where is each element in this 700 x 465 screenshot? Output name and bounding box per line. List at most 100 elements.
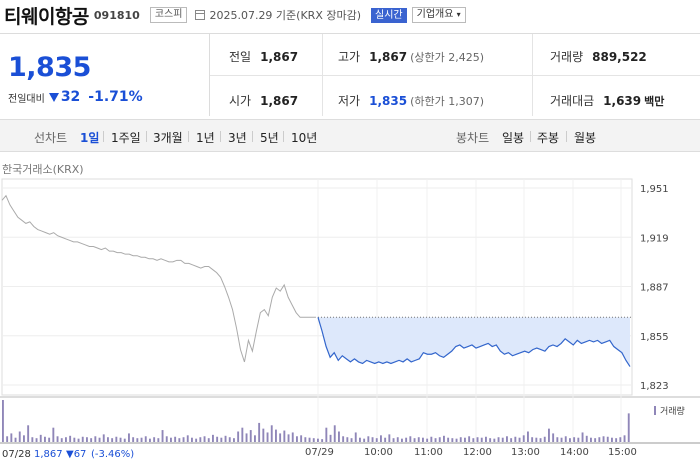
y-tick-label: 1,823 — [640, 381, 669, 392]
tab-1y[interactable]: 1년 — [196, 129, 215, 146]
volume-bar — [308, 437, 311, 442]
stat-volume: 거래량 889,522 — [550, 48, 647, 65]
volume-bar — [392, 438, 395, 442]
volume-bar — [384, 437, 387, 442]
volume-bar — [338, 431, 340, 442]
volume-bar — [619, 437, 622, 442]
tab-separator — [530, 131, 531, 142]
volume-bar — [10, 433, 13, 442]
base-date: 2025.07.29 기준(KRX 장마감) — [209, 9, 362, 22]
volume-bar — [178, 438, 181, 442]
volume-bar — [182, 437, 185, 442]
chart-grid — [0, 178, 700, 444]
volume-bar — [518, 437, 521, 442]
tab-10y[interactable]: 10년 — [291, 129, 317, 146]
volume-bar — [552, 433, 555, 442]
volume-bar — [258, 422, 261, 442]
volume-bar — [203, 436, 206, 442]
tab-1w[interactable]: 1주일 — [111, 129, 141, 146]
tab-3m[interactable]: 3개월 — [153, 129, 183, 146]
volume-bar — [535, 437, 538, 442]
stat-label: 고가 — [338, 50, 361, 64]
volume-bar — [262, 428, 265, 442]
y-tick-label: 1,951 — [640, 184, 669, 195]
volume-bar — [342, 436, 345, 442]
tab-separator — [220, 131, 221, 142]
volume-bar — [39, 434, 42, 442]
realtime-button[interactable]: 실시간 — [371, 7, 407, 23]
y-axis-ticks: 1,951 1,919 1,887 1,855 1,823 — [640, 184, 669, 392]
stats-column-divider — [322, 34, 323, 116]
stat-value: 1,867 — [369, 50, 408, 64]
line-chart-label: 선차트 — [34, 131, 68, 145]
volume-bar — [60, 438, 63, 442]
volume-bar — [485, 436, 487, 442]
volume-bar — [501, 437, 504, 442]
prev-day-date: 07/28 — [2, 449, 31, 460]
y-tick-label: 1,919 — [640, 233, 669, 244]
volume-bar — [325, 427, 328, 442]
x-axis-labels: 07/2807/2910:0011:0012:0013:0014:0015:00 — [305, 447, 637, 458]
volume-bar — [56, 436, 59, 442]
change-percent: -1.71% — [88, 89, 143, 105]
stat-lower-limit: (하한가 1,307) — [410, 95, 484, 108]
tab-1d[interactable]: 1일 — [80, 129, 99, 146]
prev-day-summary: 07/28 1,867 ▼67 (-3.46%) — [2, 449, 134, 460]
stat-amount-unit: 백만 — [644, 95, 665, 108]
stats-column-divider — [532, 34, 533, 116]
volume-bar — [300, 435, 303, 442]
prev-day-change: ▼67 — [66, 449, 86, 460]
change-value: 32 — [60, 89, 81, 105]
volume-bar — [615, 438, 618, 442]
volume-bar — [136, 438, 139, 442]
company-info-dropdown[interactable]: 기업개요 ▾ — [411, 7, 466, 23]
volume-bar — [405, 437, 408, 442]
tab-monthly-candle[interactable]: 월봉 — [574, 129, 596, 146]
market-badge: 코스피 — [149, 7, 188, 23]
volume-bar — [413, 438, 416, 442]
y-tick-label: 1,887 — [640, 283, 669, 294]
stat-value: 1,835 — [369, 94, 408, 108]
volume-bar — [514, 436, 517, 442]
prev-day-line — [1, 194, 316, 363]
volume-bar — [363, 438, 366, 442]
stat-high: 고가 1,867 (상한가 2,425) — [338, 48, 484, 65]
volume-bar — [354, 432, 357, 442]
volume-bar — [447, 437, 450, 442]
volume-bar — [35, 438, 38, 442]
volume-bar — [44, 436, 46, 442]
volume-bar — [329, 434, 332, 442]
volume-bar — [31, 437, 34, 442]
volume-bar — [396, 437, 399, 442]
volume-bar — [199, 437, 202, 442]
volume-bar — [195, 438, 198, 442]
stat-value: 1,867 — [260, 94, 299, 108]
volume-bar — [480, 437, 483, 442]
volume-bar — [476, 437, 479, 442]
volume-bar — [266, 432, 269, 442]
tab-3y[interactable]: 3년 — [228, 129, 247, 146]
tab-5y[interactable]: 5년 — [260, 129, 279, 146]
volume-bar — [367, 436, 370, 442]
volume-bar — [451, 438, 454, 442]
volume-bar — [119, 437, 122, 442]
volume-bar — [170, 437, 172, 442]
volume-bar — [237, 431, 240, 442]
volume-bar — [86, 437, 88, 442]
volume-bar — [296, 436, 298, 442]
volume-bar — [321, 439, 324, 442]
volume-bar — [212, 434, 214, 442]
volume-bar — [560, 437, 563, 442]
volume-bar — [132, 437, 135, 442]
volume-bar — [102, 434, 105, 442]
volume-bar — [510, 438, 513, 442]
volume-bar — [455, 438, 458, 442]
tab-daily-candle[interactable]: 일봉 — [502, 129, 524, 146]
volume-bar — [216, 436, 219, 442]
tab-separator — [146, 131, 147, 142]
tab-weekly-candle[interactable]: 주봉 — [537, 129, 559, 146]
volume-bar — [623, 435, 626, 442]
stat-value: 889,522 — [592, 50, 647, 64]
volume-bar — [94, 436, 97, 442]
company-info-label: 기업개요 — [416, 9, 454, 20]
